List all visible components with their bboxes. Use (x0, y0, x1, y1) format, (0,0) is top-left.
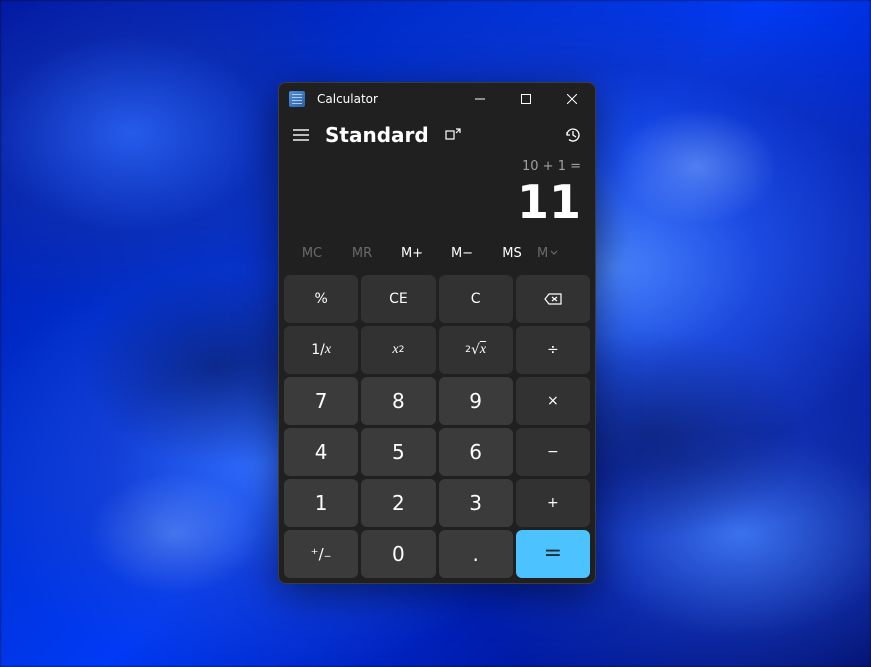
chevron-down-icon (550, 249, 558, 257)
memory-recall-button[interactable]: MR (337, 240, 387, 267)
keep-on-top-button[interactable] (443, 125, 463, 145)
square-label-exp: 2 (399, 345, 405, 355)
window-title: Calculator (317, 92, 378, 106)
keypad: % CE C 1/x x2 2√x ÷ 7 8 9 × 4 5 6 − 1 2 … (279, 275, 595, 583)
digit-6-key[interactable]: 6 (439, 428, 513, 476)
backspace-key[interactable] (516, 275, 590, 323)
memory-add-button[interactable]: M+ (387, 240, 437, 267)
digit-0-key[interactable]: 0 (361, 530, 435, 578)
square-root-key[interactable]: 2√x (439, 326, 513, 374)
digit-3-key[interactable]: 3 (439, 479, 513, 527)
clear-key[interactable]: C (439, 275, 513, 323)
close-button[interactable] (549, 83, 595, 115)
decimal-key[interactable]: . (439, 530, 513, 578)
digit-7-key[interactable]: 7 (284, 377, 358, 425)
equals-key[interactable]: = (516, 530, 590, 578)
memory-dropdown-button[interactable]: M (537, 240, 587, 267)
display: 10 + 1 = 11 (279, 155, 595, 236)
clear-entry-key[interactable]: CE (361, 275, 435, 323)
add-key[interactable]: + (516, 479, 590, 527)
digit-5-key[interactable]: 5 (361, 428, 435, 476)
reciprocal-label-pre: 1/ (311, 342, 325, 358)
memory-dropdown-label: M (537, 246, 548, 261)
reciprocal-key[interactable]: 1/x (284, 326, 358, 374)
multiply-key[interactable]: × (516, 377, 590, 425)
window-controls (457, 83, 595, 115)
digit-1-key[interactable]: 1 (284, 479, 358, 527)
divide-key[interactable]: ÷ (516, 326, 590, 374)
keep-on-top-icon (445, 127, 461, 143)
digit-9-key[interactable]: 9 (439, 377, 513, 425)
close-icon (567, 94, 577, 104)
titlebar: Calculator (279, 83, 595, 115)
hamburger-icon (293, 129, 309, 141)
memory-subtract-button[interactable]: M− (437, 240, 487, 267)
mode-label: Standard (325, 123, 429, 147)
negate-key[interactable]: ⁺/₋ (284, 530, 358, 578)
maximize-button[interactable] (503, 83, 549, 115)
memory-row: MC MR M+ M− MS M (279, 236, 595, 275)
mode-row: Standard (279, 115, 595, 155)
maximize-icon (521, 94, 531, 104)
calculator-window: Calculator Standard (278, 82, 596, 584)
minimize-button[interactable] (457, 83, 503, 115)
history-button[interactable] (563, 125, 583, 145)
percent-key[interactable]: % (284, 275, 358, 323)
sqrt-label-var: x (480, 342, 486, 358)
minimize-icon (475, 94, 485, 104)
sqrt-label-rad: √ (471, 342, 480, 358)
digit-8-key[interactable]: 8 (361, 377, 435, 425)
digit-4-key[interactable]: 4 (284, 428, 358, 476)
reciprocal-label-var: x (325, 342, 331, 358)
memory-clear-button[interactable]: MC (287, 240, 337, 267)
app-icon (289, 91, 305, 107)
menu-button[interactable] (291, 125, 311, 145)
memory-store-button[interactable]: MS (487, 240, 537, 267)
square-key[interactable]: x2 (361, 326, 435, 374)
result-display: 11 (293, 177, 581, 228)
backspace-icon (544, 293, 562, 305)
history-icon (564, 126, 582, 144)
subtract-key[interactable]: − (516, 428, 590, 476)
digit-2-key[interactable]: 2 (361, 479, 435, 527)
